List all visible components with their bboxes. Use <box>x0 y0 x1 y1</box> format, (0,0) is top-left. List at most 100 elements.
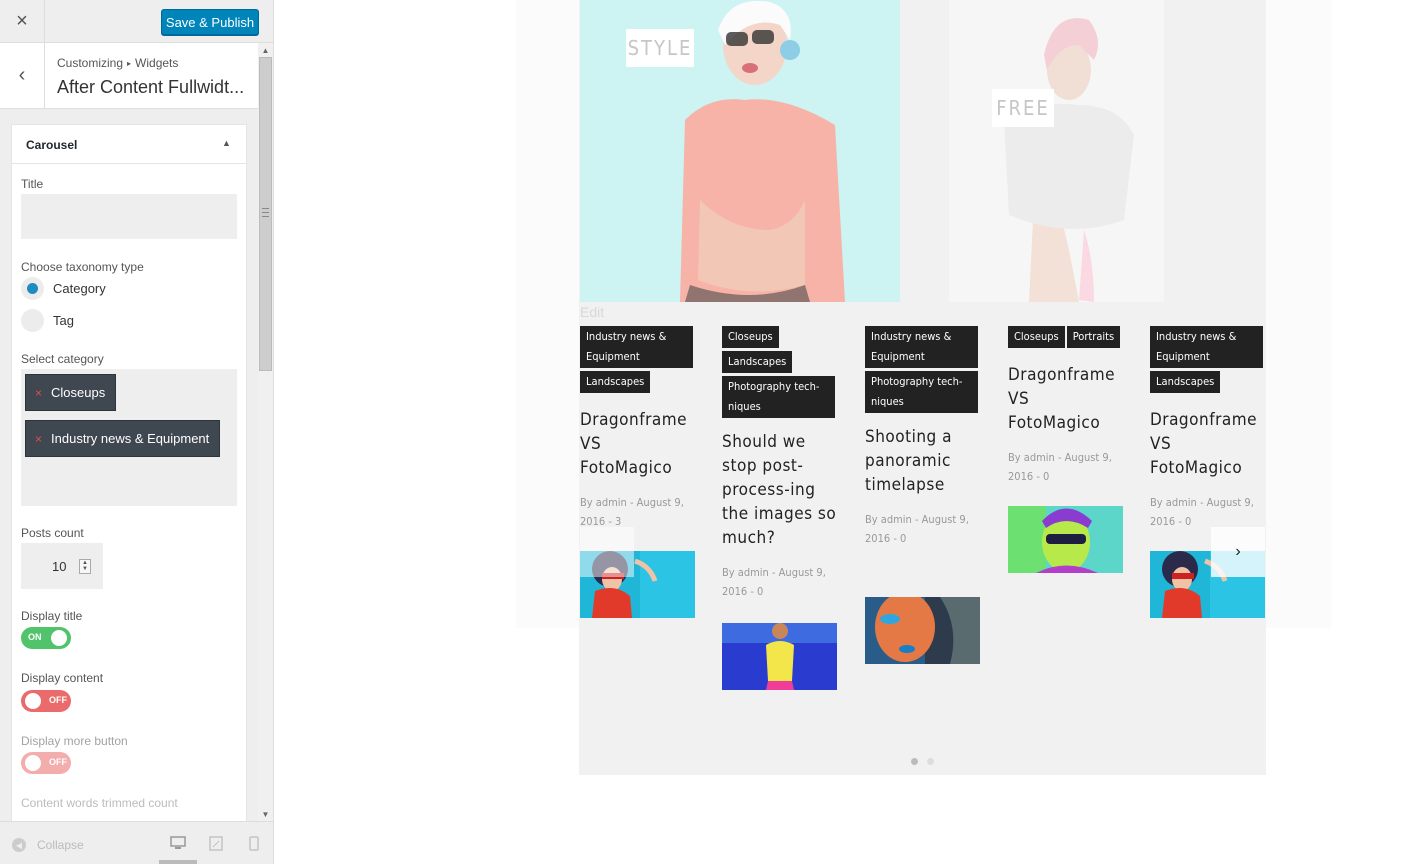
post-thumbnail[interactable] <box>865 597 980 664</box>
posts-count-label: Posts count <box>21 526 84 540</box>
category-chip-label: Closeups <box>51 385 106 400</box>
back-icon[interactable]: ‹ <box>0 43 45 108</box>
customizer-sidebar: × Save & Publish ‹ Customizing ▸ Widgets A… <box>0 0 274 864</box>
display-more-toggle[interactable]: OFF <box>21 752 71 774</box>
post-tags: Closeups Landscapes Photography tech- niq… <box>722 326 837 418</box>
remove-icon[interactable]: × <box>35 386 42 400</box>
remove-icon[interactable]: × <box>35 432 42 446</box>
scroll-down-icon[interactable]: ▼ <box>258 807 273 821</box>
breadcrumb: Customizing ▸ Widgets <box>57 56 178 70</box>
toggle-state: ON <box>28 632 42 642</box>
pagination-dot[interactable] <box>927 758 934 765</box>
post-tags: Industry news & Equipment Landscapes <box>580 326 695 396</box>
tablet-icon[interactable] <box>209 836 223 851</box>
post-tag[interactable]: Landscapes <box>1150 371 1221 393</box>
next-arrow-icon[interactable]: › <box>1211 527 1265 577</box>
grip-icon <box>262 208 269 217</box>
toggle-knob <box>51 630 67 646</box>
display-title-toggle[interactable]: ON <box>21 627 71 649</box>
taxonomy-type-label: Choose taxonomy type <box>21 260 144 274</box>
post-tags: Industry news & Equipment Landscapes <box>1150 326 1265 396</box>
slide-image-style[interactable]: STYLE <box>580 0 900 302</box>
radio-tag[interactable] <box>21 309 44 332</box>
trimmed-count-label: Content words trimmed count <box>21 796 178 810</box>
site-preview: STYLE FREE Edit Industry news & Equipmen… <box>274 0 1419 864</box>
fashion-photo <box>949 0 1164 302</box>
post-tag[interactable]: Landscapes <box>722 351 793 373</box>
carousel-post: Closeups Landscapes Photography tech- niq… <box>722 326 837 601</box>
category-chip[interactable]: × Closeups <box>25 374 117 411</box>
toggle-state: OFF <box>49 757 67 767</box>
display-content-label: Display content <box>21 671 104 685</box>
close-icon[interactable]: × <box>0 0 45 43</box>
collapse-icon[interactable]: ◀ <box>12 838 26 852</box>
post-tag[interactable]: Closeups <box>1008 326 1065 348</box>
post-title[interactable]: Shooting a panoramic timelapse <box>865 425 980 497</box>
title-input[interactable] <box>21 194 237 239</box>
post-title[interactable]: Dragonframe VS FotoMagico <box>580 408 695 480</box>
posts-count-value[interactable]: 10 <box>52 559 66 574</box>
title-label: Title <box>21 177 44 191</box>
posts-count-field[interactable]: 10 ▲ ▼ <box>21 543 103 589</box>
radio-category[interactable] <box>21 277 44 300</box>
display-content-toggle[interactable]: OFF <box>21 690 71 712</box>
carousel-post: Industry news & Equipment Landscapes Drag… <box>1150 326 1265 531</box>
post-tag[interactable]: Landscapes <box>580 371 651 393</box>
thumbnail-photo <box>722 623 837 690</box>
post-thumbnail[interactable] <box>722 623 837 690</box>
sidebar-scrollbar[interactable]: ▲ ▼ <box>258 43 273 821</box>
toggle-knob <box>25 693 41 709</box>
slide-tag-style: STYLE <box>626 29 694 67</box>
active-device-indicator <box>159 860 197 864</box>
post-title[interactable]: Dragonframe VS FotoMagico <box>1150 408 1265 480</box>
category-chip[interactable]: × Industry news & Equipment <box>25 420 221 457</box>
prev-arrow[interactable] <box>580 527 634 577</box>
edit-link[interactable]: Edit <box>580 304 604 320</box>
customizer-footer: ◀ Collapse <box>0 821 273 864</box>
post-title[interactable]: Should we stop post-process-ing the imag… <box>722 430 837 550</box>
widget-title: Carousel <box>26 138 78 152</box>
customizer-header: × Save & Publish <box>0 0 273 43</box>
desktop-icon[interactable] <box>170 836 186 850</box>
carousel-post: Industry news & Equipment Photography te… <box>865 326 980 548</box>
post-meta: By admin - August 9, 2016 - 3 <box>580 496 684 528</box>
post-tag[interactable]: Industry news & Equipment <box>1150 326 1263 368</box>
category-chip-label: Industry news & Equipment <box>51 431 210 446</box>
category-multiselect[interactable]: × Closeups × Industry news & Equipment <box>21 369 237 506</box>
toggle-state: OFF <box>49 695 67 705</box>
post-meta: By admin - August 9, 2016 - 0 <box>865 513 969 545</box>
post-thumbnail[interactable] <box>1008 506 1123 573</box>
post-meta: By admin - August 9, 2016 - 0 <box>1008 451 1112 483</box>
post-title[interactable]: Dragonframe VS FotoMagico <box>1008 363 1123 435</box>
radio-tag-label[interactable]: Tag <box>53 313 74 328</box>
spinner-icon[interactable]: ▲ ▼ <box>79 559 91 574</box>
post-meta: By admin - August 9, 2016 - 0 <box>722 566 826 598</box>
carousel-post: Closeups Portraits Dragonframe VS FotoMag… <box>1008 326 1123 486</box>
radio-category-label[interactable]: Category <box>53 281 106 296</box>
collapse-button[interactable]: Collapse <box>37 838 84 852</box>
post-tags: Closeups Portraits <box>1008 326 1123 351</box>
pagination-dot-active[interactable] <box>911 758 918 765</box>
post-tag[interactable]: Portraits <box>1066 326 1121 348</box>
breadcrumb-root: Customizing <box>57 56 124 70</box>
scroll-up-icon[interactable]: ▲ <box>258 43 273 57</box>
mobile-icon[interactable] <box>249 836 259 851</box>
post-tag[interactable]: Industry news & Equipment <box>865 326 978 368</box>
collapse-arrow-icon[interactable]: ▲ <box>222 138 231 148</box>
section-header: ‹ Customizing ▸ Widgets After Content Full… <box>0 43 258 109</box>
post-tag[interactable]: Industry news & Equipment <box>580 326 693 368</box>
slide-tag-free: FREE <box>992 89 1054 127</box>
display-title-label: Display title <box>21 609 83 623</box>
breadcrumb-current: Widgets <box>135 56 179 70</box>
post-tag[interactable]: Photography tech- niques <box>722 376 835 418</box>
widget-header[interactable]: Carousel ▲ <box>12 125 246 164</box>
thumbnail-photo <box>865 597 980 664</box>
carousel-widget-panel: Carousel ▲ Title Choose taxonomy type Ca… <box>11 124 247 824</box>
slide-image-free[interactable]: FREE <box>949 0 1164 302</box>
carousel-post: Industry news & Equipment Landscapes Drag… <box>580 326 695 531</box>
post-tag[interactable]: Photography tech- niques <box>865 371 978 413</box>
scrollbar-thumb[interactable] <box>259 57 272 371</box>
section-title: After Content Fullwidt... <box>57 77 245 97</box>
save-publish-button[interactable]: Save & Publish <box>161 9 259 35</box>
post-tag[interactable]: Closeups <box>722 326 779 348</box>
